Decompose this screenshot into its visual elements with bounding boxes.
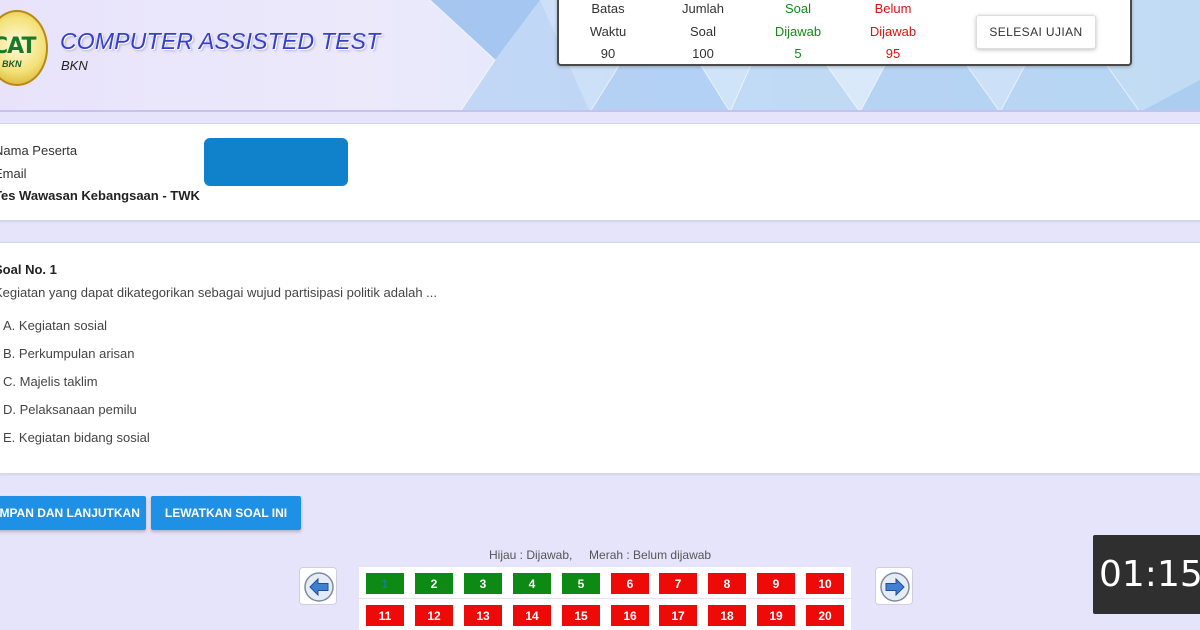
answer-option-a[interactable]: A. Kegiatan sosial: [3, 318, 107, 333]
participant-info-card: Nama Peserta Email Tes Wawasan Kebangsaa…: [0, 123, 1200, 221]
question-number: Soal No. 1: [0, 262, 57, 277]
grid-divider: [359, 598, 851, 599]
question-nav-item[interactable]: 1: [366, 573, 404, 594]
stat-time-limit-label-1: Batas: [591, 1, 625, 16]
question-nav-item[interactable]: 8: [708, 573, 746, 594]
question-nav-item[interactable]: 3: [464, 573, 502, 594]
save-and-continue-button[interactable]: SIMPAN DAN LANJUTKAN: [0, 496, 146, 530]
question-nav-item[interactable]: 7: [659, 573, 697, 594]
skip-question-button[interactable]: LEWATKAN SOAL INI: [151, 496, 301, 530]
question-nav-item[interactable]: 14: [513, 605, 551, 626]
answer-option-d[interactable]: D. Pelaksanaan pemilu: [3, 402, 137, 417]
question-nav-item[interactable]: 4: [513, 573, 551, 594]
stat-unanswered-label-1: Belum: [874, 1, 912, 16]
stat-total-value: 100: [692, 46, 714, 61]
test-name-label: Tes Wawasan Kebangsaan - TWK: [0, 188, 200, 203]
answer-option-b[interactable]: B. Perkumpulan arisan: [3, 346, 135, 361]
previous-question-button[interactable]: [299, 567, 337, 605]
stat-total-questions: Jumlah Soal 100: [653, 0, 753, 66]
stat-answered-label-1: Soal: [784, 1, 812, 16]
question-nav-item[interactable]: 5: [562, 573, 600, 594]
stat-answered-value: 5: [794, 46, 802, 61]
app-subtitle: BKN: [61, 58, 88, 73]
stat-unanswered-label-2: Dijawab: [869, 23, 917, 39]
question-nav-item[interactable]: 18: [708, 605, 746, 626]
cat-bkn-logo: CAT BKN: [0, 10, 48, 86]
stat-time-limit-value: 90: [600, 46, 616, 61]
stat-time-limit: Batas Waktu 90: [558, 0, 658, 66]
header: CAT BKN COMPUTER ASSISTED TEST BKN Batas…: [0, 0, 1200, 112]
stat-answered-label-2: Dijawab: [774, 23, 822, 39]
question-nav-item[interactable]: 12: [415, 605, 453, 626]
question-nav-item[interactable]: 11: [366, 605, 404, 626]
participant-email-label: Email: [0, 166, 27, 181]
question-nav-item[interactable]: 13: [464, 605, 502, 626]
question-card: Soal No. 1 Kegiatan yang dapat dikategor…: [0, 242, 1200, 474]
status-legend: Hijau : Dijawab, Merah : Belum dijawab: [489, 548, 712, 562]
next-question-button[interactable]: [875, 567, 913, 605]
stat-unanswered: Belum Dijawab 95: [843, 0, 943, 66]
exam-stats-panel: Batas Waktu 90 Jumlah Soal 100 Soal Dija…: [557, 0, 1132, 66]
stat-answered: Soal Dijawab 5: [748, 0, 848, 66]
stat-total-label-2: Soal: [689, 23, 717, 39]
arrow-left-icon: [304, 572, 334, 602]
question-nav-item[interactable]: 19: [757, 605, 795, 626]
question-nav-item[interactable]: 20: [806, 605, 844, 626]
stat-time-limit-label-2: Waktu: [589, 23, 627, 39]
stat-unanswered-value: 95: [885, 46, 901, 61]
logo-sub-text: BKN: [2, 59, 22, 69]
redacted-participant-details: [204, 138, 348, 186]
question-nav-item[interactable]: 16: [611, 605, 649, 626]
participant-name-label: Nama Peserta: [0, 143, 78, 158]
logo-text: CAT: [0, 34, 36, 59]
question-nav-item[interactable]: 2: [415, 573, 453, 594]
question-nav-item[interactable]: 9: [757, 573, 795, 594]
question-nav-item[interactable]: 10: [806, 573, 844, 594]
question-text: Kegiatan yang dapat dikategorikan sebaga…: [0, 285, 438, 300]
stat-total-label-1: Jumlah: [682, 1, 724, 16]
question-nav-item[interactable]: 17: [659, 605, 697, 626]
question-nav-item[interactable]: 6: [611, 573, 649, 594]
answer-option-e[interactable]: E. Kegiatan bidang sosial: [3, 430, 150, 445]
countdown-timer: 01:15:: [1093, 535, 1200, 614]
app-title: COMPUTER ASSISTED TEST: [60, 28, 381, 54]
question-navigator-grid: 1 2 3 4 5 6 7 8 9 10 11 12 13 14 15 16 17 18 19 20: [359, 567, 851, 630]
finish-exam-button[interactable]: SELESAI UJIAN: [976, 15, 1096, 49]
arrow-right-icon: [880, 572, 910, 602]
answer-option-c[interactable]: C. Majelis taklim: [3, 374, 98, 389]
question-nav-item[interactable]: 15: [562, 605, 600, 626]
